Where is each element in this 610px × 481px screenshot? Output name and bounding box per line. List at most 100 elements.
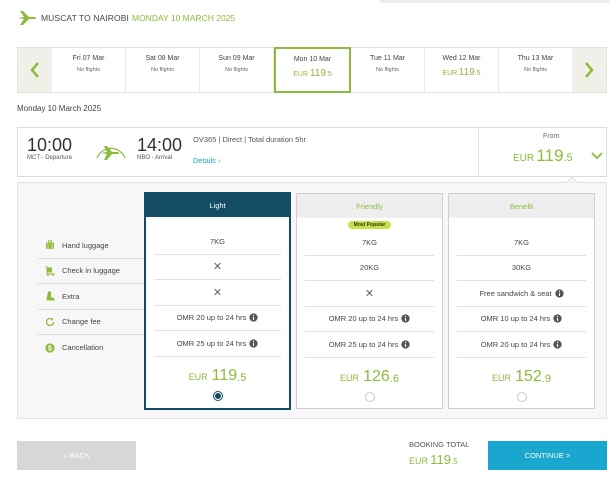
fare-cell: Free sandwich & seat	[457, 281, 586, 307]
route-date: MONDAY 10 MARCH 2025	[131, 13, 236, 23]
flight-row[interactable]: 10:00 MCT - Departure 14:00 NBO - Arriva…	[17, 127, 607, 177]
date-option[interactable]: Tue 11 Mar No flights	[351, 48, 425, 92]
fare-cell-text: 20KG	[359, 263, 380, 273]
date-option-status: No flights	[151, 67, 174, 73]
arrival-time: 14:00	[137, 135, 183, 155]
date-option[interactable]: Thu 13 Mar No flights	[499, 48, 572, 92]
fare-cell-text: 7KG	[361, 237, 377, 247]
date-option-status: No flights	[225, 67, 248, 73]
info-icon[interactable]	[553, 340, 562, 349]
fare-name: Light	[146, 194, 289, 217]
date-option[interactable]: Sat 08 Mar No flights	[126, 48, 200, 92]
flight-price: EUR 119.5	[513, 146, 573, 166]
feature-row: Check in luggage	[38, 259, 154, 284]
fare-cell: 30KG	[457, 256, 586, 281]
departure: 10:00 MCT - Departure	[27, 136, 72, 161]
fare-cell: OMR 25 up to 24 hrs	[154, 331, 281, 357]
departure-code: MCT - Departure	[27, 155, 72, 161]
fare-panel: Hand luggage Check in luggage Extra Change …	[17, 177, 607, 419]
price-amount: 119	[536, 146, 564, 165]
top-shadow	[380, 0, 610, 3]
fare-currency: EUR	[188, 371, 208, 382]
next-dates-button[interactable]	[572, 48, 606, 92]
dollar-circle-icon: $	[45, 343, 55, 353]
fare-decimal: .6	[389, 372, 399, 385]
prev-dates-button[interactable]	[18, 48, 52, 92]
fare-cell: 20KG	[305, 256, 434, 281]
fare-cell: ✕	[154, 280, 281, 306]
fare-cell-text: 7KG	[513, 237, 529, 247]
info-icon[interactable]	[554, 289, 564, 298]
fare-cell: OMR 20 up to 24 hrs	[457, 332, 586, 358]
fare-cell-text: Free sandwich & seat	[479, 288, 552, 298]
date-carousel: Fri 07 Mar No flights Sat 08 Mar No flights…	[17, 47, 607, 93]
feature-labels: Hand luggage Check in luggage Extra Change …	[38, 233, 154, 361]
fare-radio[interactable]	[212, 390, 223, 401]
feature-label: Check in luggage	[62, 266, 120, 276]
chevron-right-icon	[585, 62, 594, 78]
details-link[interactable]: Details ›	[193, 156, 221, 165]
fare-cell: 7KG	[154, 229, 281, 255]
feature-row: $ Cancellation	[38, 335, 154, 361]
continue-button[interactable]: CONTINUE >	[488, 441, 607, 470]
date-option-label: Tue 11 Mar	[369, 55, 405, 62]
date-option[interactable]: Fri 07 Mar No flights	[52, 48, 126, 92]
fare-cell-text: OMR 10 up to 24 hrs	[480, 314, 551, 324]
fare-currency: EUR	[492, 372, 512, 383]
date-price-currency: EUR	[442, 70, 458, 77]
chevron-left-icon	[30, 62, 39, 78]
selected-date-label: Monday 10 March 2025	[17, 104, 102, 113]
date-price-amount: 119.5	[458, 67, 481, 78]
date-option-status: No flights	[376, 67, 399, 73]
panel-caret	[566, 177, 578, 183]
badge-area: Most Popular	[297, 218, 442, 230]
info-icon[interactable]	[401, 314, 410, 323]
info-icon[interactable]	[553, 314, 562, 323]
date-option[interactable]: Mon 10 Mar EUR 119.5	[274, 47, 351, 93]
fare-cell-text: OMR 25 up to 24 hrs	[328, 339, 399, 349]
flight-path-icon	[96, 146, 126, 160]
chevron-down-icon[interactable]	[591, 152, 603, 160]
fare-cell-text: 30KG	[511, 263, 532, 273]
info-icon[interactable]	[401, 340, 410, 349]
fare-cell: ✕	[305, 281, 434, 307]
booking-total-value: EUR 119.5	[409, 452, 458, 467]
fare-amount: 126	[363, 367, 390, 385]
date-option-label: Sat 08 Mar	[145, 55, 180, 62]
fare-cell: OMR 20 up to 24 hrs	[305, 307, 434, 332]
price-decimal: .5	[563, 152, 573, 164]
fare-radio[interactable]	[516, 391, 527, 402]
fare-cells: 7KG 20KG ✕ OMR 20 up to 24 hrs OMR 25 up to …	[305, 230, 434, 358]
fare-card-friendly[interactable]: Friendly Most Popular 7KG 20KG ✕ OMR 20 up to…	[296, 193, 443, 409]
info-icon[interactable]	[249, 313, 258, 322]
fare-cells: 7KG 30KG Free sandwich & seat OMR 10 up to …	[457, 230, 586, 358]
cross-icon: ✕	[364, 287, 375, 300]
suitcase-icon	[45, 240, 55, 250]
fare-cell: ✕	[154, 255, 281, 280]
fare-cell-text: OMR 20 up to 24 hrs	[328, 314, 399, 324]
flight-price-box[interactable]: From EUR 119.5	[478, 128, 607, 176]
fare-name: Benefit	[449, 194, 594, 218]
feature-row: Hand luggage	[38, 233, 154, 259]
radio-dot	[214, 392, 221, 399]
date-option[interactable]: Wed 12 Mar EUR 119.5	[425, 48, 499, 92]
fare-card-light[interactable]: Light 7KG ✕ ✕ OMR 20 up to 24 hrs OMR 25 up t…	[144, 192, 291, 410]
fare-cell: 7KG	[305, 230, 434, 256]
fare-price: EUR 119.5	[146, 357, 289, 385]
fare-card-benefit[interactable]: Benefit 7KG 30KG Free sandwich & seat OMR 10…	[448, 193, 595, 409]
back-button[interactable]: < BACK	[17, 441, 136, 470]
feature-label: Cancellation	[62, 343, 104, 353]
most-popular-badge: Most Popular	[347, 220, 392, 229]
boot-icon	[45, 291, 55, 301]
fare-amount: 152	[515, 367, 542, 385]
arrival: 14:00 NBO - Arrival	[137, 136, 182, 161]
date-option[interactable]: Sun 09 Mar No flights	[200, 48, 274, 92]
date-price-amount: 119.5	[309, 68, 332, 79]
route-header: MUSCAT TO NAIROBI MONDAY 10 MARCH 2025	[17, 10, 235, 26]
fare-radio[interactable]	[364, 391, 375, 402]
fare-decimal: .5	[237, 371, 247, 384]
feature-label: Change fee	[62, 317, 101, 327]
info-icon[interactable]	[249, 339, 258, 348]
fare-cell: OMR 20 up to 24 hrs	[154, 306, 281, 331]
badge-area	[146, 217, 289, 229]
